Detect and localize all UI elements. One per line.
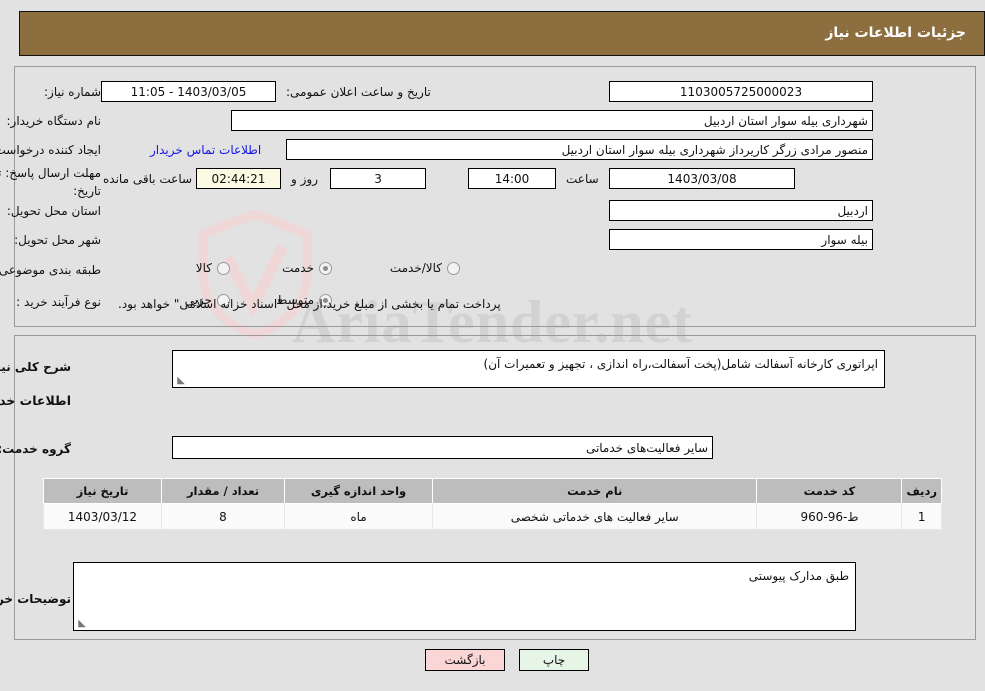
page-title: جزئیات اطلاعات نیاز xyxy=(825,25,966,41)
radio-indicator xyxy=(319,261,332,275)
payment-note: پرداخت تمام یا بخشی از مبلغ خرید،از محل … xyxy=(118,297,501,311)
radio-category-service[interactable]: خدمت xyxy=(282,261,332,275)
cell-unit: ماه xyxy=(284,503,433,530)
radio-category-goods-service[interactable]: کالا/خدمت xyxy=(390,261,460,275)
creator-label: ایجاد کننده درخواست: xyxy=(0,143,101,157)
col-code: کد خدمت xyxy=(756,478,903,504)
col-need-date: تاریخ نیاز xyxy=(43,478,162,504)
deadline-time-value: 14:00 xyxy=(468,168,556,189)
public-announce-label: تاریخ و ساعت اعلان عمومی: xyxy=(286,85,431,99)
back-button[interactable]: بازگشت xyxy=(425,649,505,671)
days-label: روز و xyxy=(291,172,318,186)
services-table: ردیف کد خدمت نام خدمت واحد اندازه گیری ت… xyxy=(43,478,942,530)
delivery-province-label: استان محل تحویل: xyxy=(6,204,101,218)
services-section-title: اطلاعات خدمات مورد نیاز xyxy=(0,393,71,408)
delivery-province-value: اردبیل xyxy=(609,200,873,221)
resize-grip-icon[interactable]: ◣ xyxy=(175,376,185,386)
general-description-label: شرح کلی نیاز: xyxy=(0,360,71,374)
remaining-suffix-label: ساعت باقی مانده xyxy=(103,172,193,186)
buyer-org-value: شهرداری بیله سوار استان اردبیل xyxy=(231,110,873,131)
general-description-textarea[interactable]: اپراتوری کارخانه آسفالت شامل(پخت آسفالت،… xyxy=(172,350,885,388)
radio-indicator xyxy=(447,261,460,275)
cell-code: ط-96-960 xyxy=(756,503,903,530)
creator-value: منصور مرادی زرگر کاریرداز شهرداری بیله س… xyxy=(286,139,873,160)
deadline-label-line2: تاریخ: xyxy=(73,184,101,198)
service-group-label: گروه خدمت: xyxy=(0,442,71,456)
buyer-notes-label: توضیحات خریدار: xyxy=(0,592,71,606)
buyer-notes-textarea[interactable]: طبق مدارک پیوستی ◣ xyxy=(73,562,856,631)
need-number-label: شماره نیاز: xyxy=(44,85,101,99)
deadline-label-line1: مهلت ارسال پاسخ: تا xyxy=(0,166,101,180)
page-title-bar: جزئیات اطلاعات نیاز xyxy=(19,11,985,56)
cell-row: 1 xyxy=(901,503,942,530)
deadline-date-value: 1403/03/08 xyxy=(609,168,795,189)
cell-need-date: 1403/03/12 xyxy=(43,503,162,530)
table-header-row: ردیف کد خدمت نام خدمت واحد اندازه گیری ت… xyxy=(43,478,942,504)
category-label: طبقه بندی موضوعی: xyxy=(0,263,101,277)
col-unit: واحد اندازه گیری xyxy=(284,478,433,504)
process-type-label: نوع فرآیند خرید : xyxy=(16,295,101,309)
countdown-timer: 02:44:21 xyxy=(196,168,281,189)
table-row[interactable]: 1 ط-96-960 سایر فعالیت های خدماتی شخصی م… xyxy=(43,503,942,530)
buyer-org-label: نام دستگاه خریدار: xyxy=(6,114,102,128)
buyer-notes-value: طبق مدارک پیوستی xyxy=(748,569,849,583)
cell-quantity: 8 xyxy=(161,503,285,530)
page-root: AriaTender.net جزئیات اطلاعات نیاز شماره… xyxy=(0,0,985,691)
general-description-value: اپراتوری کارخانه آسفالت شامل(پخت آسفالت،… xyxy=(483,357,878,371)
cell-name: سایر فعالیت های خدماتی شخصی xyxy=(431,503,758,530)
resize-grip-icon[interactable]: ◣ xyxy=(76,619,86,629)
delivery-city-label: شهر محل تحویل: xyxy=(14,233,101,247)
col-quantity: تعداد / مقدار xyxy=(161,478,285,504)
radio-category-service-label: خدمت xyxy=(282,261,314,275)
col-name: نام خدمت xyxy=(431,478,758,504)
radio-category-goods-label: کالا xyxy=(195,261,212,275)
need-number-value: 1103005725000023 xyxy=(609,81,873,102)
public-announce-value: 1403/03/05 - 11:05 xyxy=(101,81,276,102)
radio-category-goods-service-label: کالا/خدمت xyxy=(389,261,442,275)
service-group-value: سایر فعالیت‌های خدماتی xyxy=(172,436,713,459)
need-summary-panel xyxy=(14,66,976,327)
radio-indicator xyxy=(217,261,230,275)
buyer-contact-link[interactable]: اطلاعات تماس خریدار xyxy=(150,143,261,157)
radio-category-goods[interactable]: کالا xyxy=(196,261,230,275)
print-button[interactable]: چاپ xyxy=(519,649,589,671)
hour-label: ساعت xyxy=(566,172,599,186)
delivery-city-value: بیله سوار xyxy=(609,229,873,250)
col-row: ردیف xyxy=(901,478,942,504)
days-remaining-value: 3 xyxy=(330,168,426,189)
